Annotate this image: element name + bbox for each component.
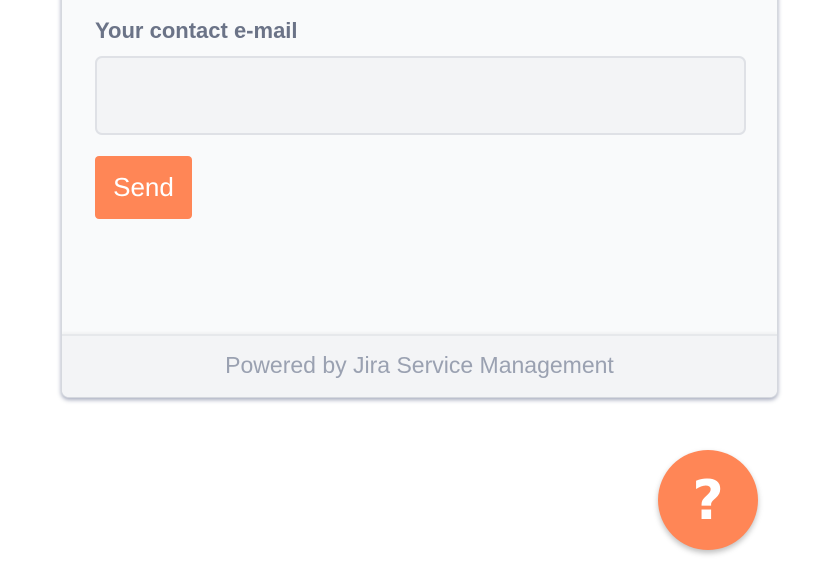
email-field-label: Your contact e-mail (95, 18, 298, 43)
help-button[interactable]: ? (658, 450, 758, 550)
help-widget-panel: Your contact e-mail Send Powered by Jira… (61, 0, 778, 398)
widget-footer: Powered by Jira Service Management (62, 334, 777, 397)
powered-by-text: Powered by Jira Service Management (225, 352, 614, 378)
send-button[interactable]: Send (95, 156, 192, 219)
question-mark-icon: ? (692, 469, 724, 532)
email-field[interactable] (95, 56, 746, 135)
